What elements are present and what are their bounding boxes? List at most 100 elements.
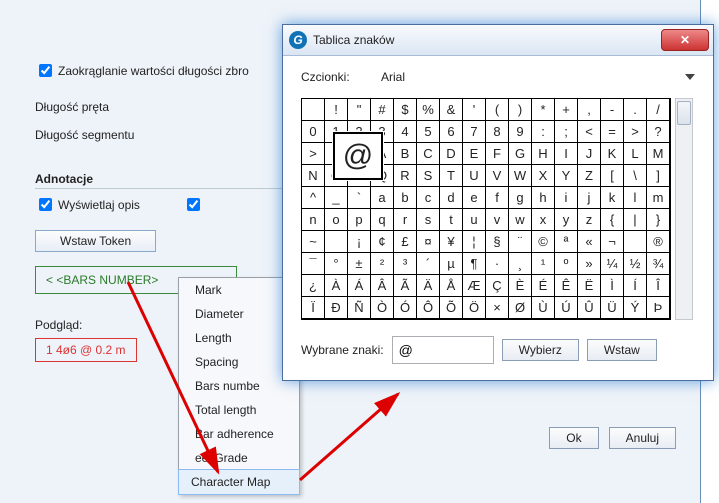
char-cell[interactable]: z: [577, 208, 601, 231]
char-cell[interactable]: ¯: [301, 252, 325, 275]
char-cell[interactable]: =: [600, 120, 624, 143]
char-cell[interactable]: Ë: [577, 274, 601, 297]
char-cell[interactable]: Ñ: [347, 296, 371, 319]
char-cell[interactable]: (: [485, 98, 509, 121]
char-cell[interactable]: É: [531, 274, 555, 297]
char-cell[interactable]: §: [485, 230, 509, 253]
char-cell[interactable]: º: [554, 252, 578, 275]
char-cell[interactable]: `: [347, 186, 371, 209]
char-cell[interactable]: H: [531, 142, 555, 165]
char-cell[interactable]: ': [462, 98, 486, 121]
char-cell[interactable]: Õ: [439, 296, 463, 319]
char-cell[interactable]: ]: [646, 164, 670, 187]
char-cell[interactable]: .: [623, 98, 647, 121]
char-cell[interactable]: Ê: [554, 274, 578, 297]
char-cell[interactable]: h: [531, 186, 555, 209]
char-cell[interactable]: N: [301, 164, 325, 187]
char-cell[interactable]: Ì: [600, 274, 624, 297]
char-cell[interactable]: #: [370, 98, 394, 121]
ctx-steel-grade[interactable]: eel Grade: [179, 446, 299, 470]
char-cell[interactable]: 7: [462, 120, 486, 143]
char-cell[interactable]: q: [370, 208, 394, 231]
char-cell[interactable]: g: [508, 186, 532, 209]
char-cell[interactable]: M: [646, 142, 670, 165]
char-cell[interactable]: -: [600, 98, 624, 121]
char-cell[interactable]: ^: [301, 186, 325, 209]
char-cell[interactable]: 8: [485, 120, 509, 143]
char-cell[interactable]: 4: [393, 120, 417, 143]
char-cell[interactable]: ?: [646, 120, 670, 143]
char-cell[interactable]: ): [508, 98, 532, 121]
char-cell[interactable]: d: [439, 186, 463, 209]
checkbox-round-values-box[interactable]: [39, 64, 52, 77]
ctx-spacing[interactable]: Spacing: [179, 350, 299, 374]
char-cell[interactable]: [324, 230, 348, 253]
char-cell[interactable]: ¬: [600, 230, 624, 253]
char-cell[interactable]: Þ: [646, 296, 670, 319]
char-cell[interactable]: [: [600, 164, 624, 187]
char-cell[interactable]: o: [324, 208, 348, 231]
char-cell[interactable]: ¥: [439, 230, 463, 253]
ctx-total-length[interactable]: Total length: [179, 398, 299, 422]
char-cell[interactable]: +: [554, 98, 578, 121]
char-cell[interactable]: >: [301, 142, 325, 165]
grid-scrollbar-thumb[interactable]: [677, 101, 691, 125]
char-cell[interactable]: ¦: [462, 230, 486, 253]
char-cell[interactable]: V: [485, 164, 509, 187]
char-cell[interactable]: p: [347, 208, 371, 231]
char-cell[interactable]: j: [577, 186, 601, 209]
char-cell[interactable]: µ: [439, 252, 463, 275]
ctx-character-map[interactable]: Character Map: [178, 469, 300, 495]
chevron-down-icon[interactable]: [685, 74, 695, 80]
char-cell[interactable]: c: [416, 186, 440, 209]
char-cell[interactable]: Ó: [393, 296, 417, 319]
char-cell[interactable]: ¾: [646, 252, 670, 275]
char-cell[interactable]: ¹: [531, 252, 555, 275]
char-cell[interactable]: 6: [439, 120, 463, 143]
char-cell[interactable]: À: [324, 274, 348, 297]
char-cell[interactable]: Ú: [554, 296, 578, 319]
char-cell[interactable]: I: [554, 142, 578, 165]
char-cell[interactable]: Ô: [416, 296, 440, 319]
char-cell[interactable]: ": [347, 98, 371, 121]
char-cell[interactable]: Ù: [531, 296, 555, 319]
ctx-length[interactable]: Length: [179, 326, 299, 350]
cancel-button[interactable]: Anuluj: [609, 427, 676, 449]
char-cell[interactable]: /: [646, 98, 670, 121]
char-cell[interactable]: Â: [370, 274, 394, 297]
char-cell[interactable]: ×: [485, 296, 509, 319]
char-cell[interactable]: Ç: [485, 274, 509, 297]
selected-chars-input[interactable]: [392, 336, 494, 364]
char-cell[interactable]: ¸: [508, 252, 532, 275]
char-cell[interactable]: ³: [393, 252, 417, 275]
char-cell[interactable]: Ø: [508, 296, 532, 319]
char-cell[interactable]: e: [462, 186, 486, 209]
char-cell[interactable]: [623, 230, 647, 253]
char-cell[interactable]: Ï: [301, 296, 325, 319]
char-cell[interactable]: n: [301, 208, 325, 231]
char-cell[interactable]: Ö: [462, 296, 486, 319]
char-cell[interactable]: Û: [577, 296, 601, 319]
char-cell[interactable]: Î: [646, 274, 670, 297]
char-cell[interactable]: T: [439, 164, 463, 187]
char-cell[interactable]: ¨: [508, 230, 532, 253]
char-cell[interactable]: \: [623, 164, 647, 187]
char-cell[interactable]: _: [324, 186, 348, 209]
ctx-bar-adherence[interactable]: Bar adherence: [179, 422, 299, 446]
char-cell[interactable]: J: [577, 142, 601, 165]
char-cell[interactable]: s: [416, 208, 440, 231]
char-cell[interactable]: «: [577, 230, 601, 253]
char-cell[interactable]: >: [623, 120, 647, 143]
char-cell[interactable]: Z: [577, 164, 601, 187]
char-cell[interactable]: ¤: [416, 230, 440, 253]
char-cell[interactable]: f: [485, 186, 509, 209]
grid-scrollbar[interactable]: [675, 98, 693, 320]
char-cell[interactable]: D: [439, 142, 463, 165]
char-cell[interactable]: y: [554, 208, 578, 231]
char-cell[interactable]: *: [531, 98, 555, 121]
char-cell[interactable]: Ä: [416, 274, 440, 297]
char-cell[interactable]: <: [577, 120, 601, 143]
char-cell[interactable]: ´: [416, 252, 440, 275]
char-cell[interactable]: [301, 98, 325, 121]
char-cell[interactable]: ²: [370, 252, 394, 275]
